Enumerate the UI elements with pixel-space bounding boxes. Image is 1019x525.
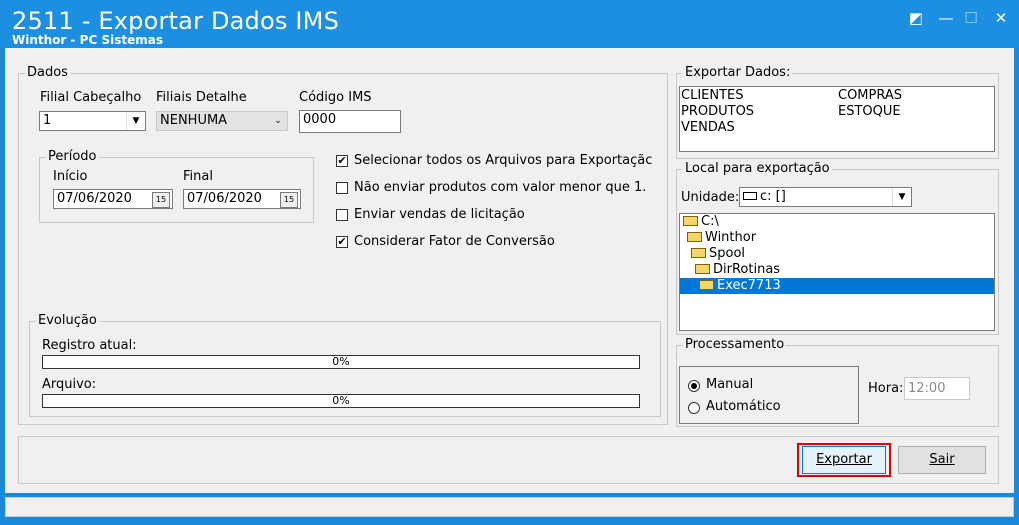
folder-open-icon: [687, 232, 702, 242]
chevron-down-icon[interactable]: ▼: [892, 188, 911, 206]
hora-label: Hora:: [868, 381, 904, 396]
final-date-input[interactable]: 07/06/2020 15: [183, 189, 301, 209]
hora-value: 12:00: [908, 381, 946, 396]
drive-icon: [743, 192, 757, 200]
tree-item-label: Winthor: [705, 230, 757, 245]
dados-group: Dados Filial Cabeçalho 1 ▼ Filiais Detal…: [18, 65, 668, 425]
codigo-ims-value: 0000: [303, 112, 337, 127]
calendar-icon[interactable]: 15: [152, 192, 170, 208]
minimize-button[interactable]: —: [935, 8, 957, 28]
folder-open-icon: [699, 280, 714, 290]
arquivo-progress-value: 0%: [332, 394, 350, 407]
radio-manual-label[interactable]: Manual: [706, 377, 753, 392]
radio-automatico-label[interactable]: Automático: [706, 399, 781, 414]
filial-cabecalho-value: 1: [43, 113, 52, 128]
checkbox-fator-conversao[interactable]: ✔: [336, 236, 348, 248]
final-value: 07/06/2020: [187, 191, 262, 206]
processamento-legend: Processamento: [683, 337, 787, 352]
sair-button-label: Sair: [929, 452, 955, 467]
checkbox-valor-menor[interactable]: [336, 182, 348, 194]
tree-item-label: Exec7713: [717, 278, 781, 293]
processamento-group: Processamento Manual Automático Hora: 12…: [676, 337, 999, 427]
codigo-ims-input[interactable]: 0000: [299, 110, 401, 133]
folder-open-icon: [691, 248, 706, 258]
local-exportacao-group: Local para exportação Unidade: c: [] ▼ C…: [676, 161, 999, 335]
evolucao-legend: Evolução: [36, 313, 99, 328]
window-title: 2511 - Exportar Dados IMS: [12, 7, 340, 35]
exportar-dados-group: Exportar Dados: CLIENTES PRODUTOS VENDAS…: [676, 65, 999, 159]
inicio-date-input[interactable]: 07/06/2020 15: [53, 189, 173, 209]
tree-item-dirrotinas[interactable]: DirRotinas: [695, 262, 780, 278]
radio-dot: [691, 383, 697, 389]
check-icon: ✔: [337, 235, 347, 248]
status-bar: [5, 497, 1014, 517]
sair-button[interactable]: Sair: [898, 446, 986, 474]
tree-item-label: C:\: [701, 214, 719, 229]
list-item[interactable]: PRODUTOS: [681, 104, 754, 120]
processamento-mode-box: Manual Automático: [679, 366, 859, 424]
restore-icon[interactable]: ◩: [905, 8, 927, 28]
final-label: Final: [183, 169, 213, 184]
radio-automatico[interactable]: [688, 402, 700, 414]
tree-item-winthor[interactable]: Winthor: [687, 230, 756, 246]
tree-item-label: Spool: [709, 246, 746, 261]
tree-item-root[interactable]: C:\: [683, 214, 719, 230]
calendar-icon[interactable]: 15: [280, 192, 298, 208]
filial-cabecalho-label: Filial Cabeçalho: [40, 90, 142, 105]
chevron-down-icon[interactable]: ⌄: [269, 112, 287, 130]
main-window: 2511 - Exportar Dados IMS Winthor - PC S…: [0, 0, 1019, 525]
folder-open-icon: [695, 264, 710, 274]
folder-open-icon: [683, 216, 698, 226]
client-area: Dados Filial Cabeçalho 1 ▼ Filiais Detal…: [5, 48, 1014, 493]
registro-progress-value: 0%: [332, 355, 350, 368]
option-select-all-label: Selecionar todos os Arquivos para Export…: [354, 153, 653, 168]
registro-progress-bar: 0%: [42, 355, 640, 369]
list-item[interactable]: VENDAS: [681, 120, 735, 136]
window-subtitle: Winthor - PC Sistemas: [12, 33, 163, 47]
checkbox-licitacao[interactable]: [336, 209, 348, 221]
folder-tree[interactable]: C:\ Winthor Spool DirRotinas Exec7713: [679, 213, 995, 331]
tree-item-exec7713[interactable]: Exec7713: [680, 278, 994, 294]
title-bar[interactable]: 2511 - Exportar Dados IMS Winthor - PC S…: [0, 0, 1019, 48]
registro-atual-label: Registro atual:: [42, 338, 137, 353]
checkbox-select-all[interactable]: ✔: [336, 155, 348, 167]
codigo-ims-label: Código IMS: [299, 90, 372, 105]
list-item[interactable]: ESTOQUE: [838, 104, 901, 120]
dados-legend: Dados: [25, 65, 70, 80]
local-exportacao-legend: Local para exportação: [683, 161, 832, 176]
exportar-dados-legend: Exportar Dados:: [683, 65, 793, 80]
unidade-value: c: []: [760, 189, 786, 204]
unidade-combo[interactable]: c: [] ▼: [739, 187, 912, 207]
close-button[interactable]: ✕: [990, 8, 1012, 28]
inicio-label: Início: [53, 169, 88, 184]
filiais-detalhe-combo[interactable]: NENHUMA ⌄: [156, 111, 288, 131]
list-item[interactable]: CLIENTES: [681, 88, 744, 104]
arquivo-progress-bar: 0%: [42, 394, 640, 408]
periodo-group: Período Início 07/06/2020 15 Final 07/06…: [39, 149, 314, 223]
evolucao-group: Evolução Registro atual: 0% Arquivo: 0%: [29, 313, 661, 417]
tree-item-label: DirRotinas: [713, 262, 781, 277]
check-icon: ✔: [337, 154, 347, 167]
filial-cabecalho-combo[interactable]: 1 ▼: [39, 111, 146, 131]
option-licitacao-label: Enviar vendas de licitação: [354, 207, 525, 222]
inicio-value: 07/06/2020: [57, 191, 132, 206]
exportar-button[interactable]: Exportar: [802, 446, 886, 474]
unidade-label: Unidade:: [681, 190, 740, 205]
maximize-button[interactable]: ☐: [960, 8, 982, 28]
exportar-button-label: Exportar: [816, 452, 872, 467]
option-fator-conversao-label: Considerar Fator de Conversão: [354, 234, 555, 249]
arquivo-label: Arquivo:: [42, 377, 97, 392]
tree-item-spool[interactable]: Spool: [691, 246, 745, 262]
option-valor-menor-label: Não enviar produtos com valor menor que …: [354, 180, 647, 195]
periodo-legend: Período: [46, 149, 99, 164]
list-item[interactable]: COMPRAS: [838, 88, 902, 104]
filiais-detalhe-value: NENHUMA: [160, 113, 228, 128]
exportar-dados-list[interactable]: CLIENTES PRODUTOS VENDAS COMPRAS ESTOQUE: [679, 86, 995, 152]
chevron-down-icon[interactable]: ▼: [126, 112, 145, 130]
hora-input[interactable]: 12:00: [904, 377, 970, 400]
filiais-detalhe-label: Filiais Detalhe: [156, 90, 247, 105]
radio-manual[interactable]: [688, 380, 700, 392]
button-panel: Exportar Sair: [18, 436, 999, 484]
